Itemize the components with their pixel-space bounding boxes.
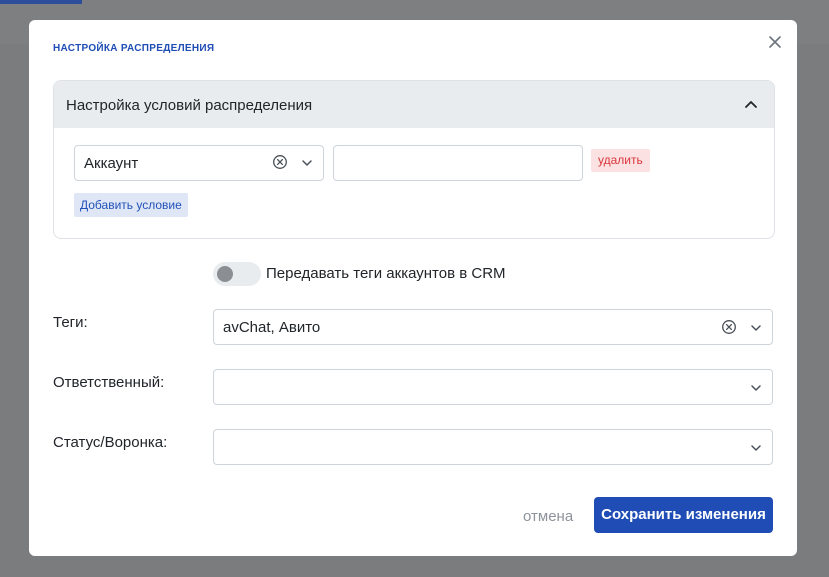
responsible-label: Ответственный: <box>53 374 165 391</box>
add-condition-button[interactable]: Добавить условие <box>74 193 188 217</box>
distribution-settings-modal: НАСТРОЙКА РАСПРЕДЕЛЕНИЯ Настройка услови… <box>29 20 797 556</box>
pass-tags-toggle[interactable] <box>213 262 261 286</box>
close-button[interactable] <box>766 33 784 51</box>
conditions-accordion-title: Настройка условий распределения <box>66 97 313 114</box>
chevron-up-icon <box>744 99 758 109</box>
conditions-accordion: Настройка условий распределения Аккаунт <box>53 80 775 239</box>
close-icon <box>769 36 781 48</box>
status-select[interactable] <box>213 429 773 465</box>
delete-condition-button[interactable]: удалить <box>591 149 650 172</box>
condition-field-value: Аккаунт <box>84 155 139 172</box>
condition-field-select[interactable]: Аккаунт <box>74 145 324 181</box>
modal-title: НАСТРОЙКА РАСПРЕДЕЛЕНИЯ <box>53 43 215 54</box>
toggle-knob <box>217 266 233 282</box>
tags-label: Теги: <box>53 314 88 331</box>
chevron-down-icon[interactable] <box>299 155 315 171</box>
clear-icon[interactable] <box>272 154 288 170</box>
save-changes-button[interactable]: Сохранить изменения <box>594 497 773 533</box>
condition-value-input[interactable] <box>333 145 583 181</box>
background-accent-bar <box>0 0 82 4</box>
cancel-button[interactable]: отмена <box>523 508 573 525</box>
chevron-down-icon[interactable] <box>748 320 764 336</box>
tags-value: avChat, Авито <box>223 319 321 336</box>
tags-select[interactable]: avChat, Авито <box>213 309 773 345</box>
conditions-accordion-header[interactable]: Настройка условий распределения <box>54 81 774 128</box>
chevron-down-icon[interactable] <box>748 440 764 456</box>
pass-tags-toggle-label: Передавать теги аккаунтов в CRM <box>266 265 506 282</box>
clear-icon[interactable] <box>721 319 737 335</box>
status-label: Статус/Воронка: <box>53 434 168 451</box>
responsible-select[interactable] <box>213 369 773 405</box>
chevron-down-icon[interactable] <box>748 380 764 396</box>
